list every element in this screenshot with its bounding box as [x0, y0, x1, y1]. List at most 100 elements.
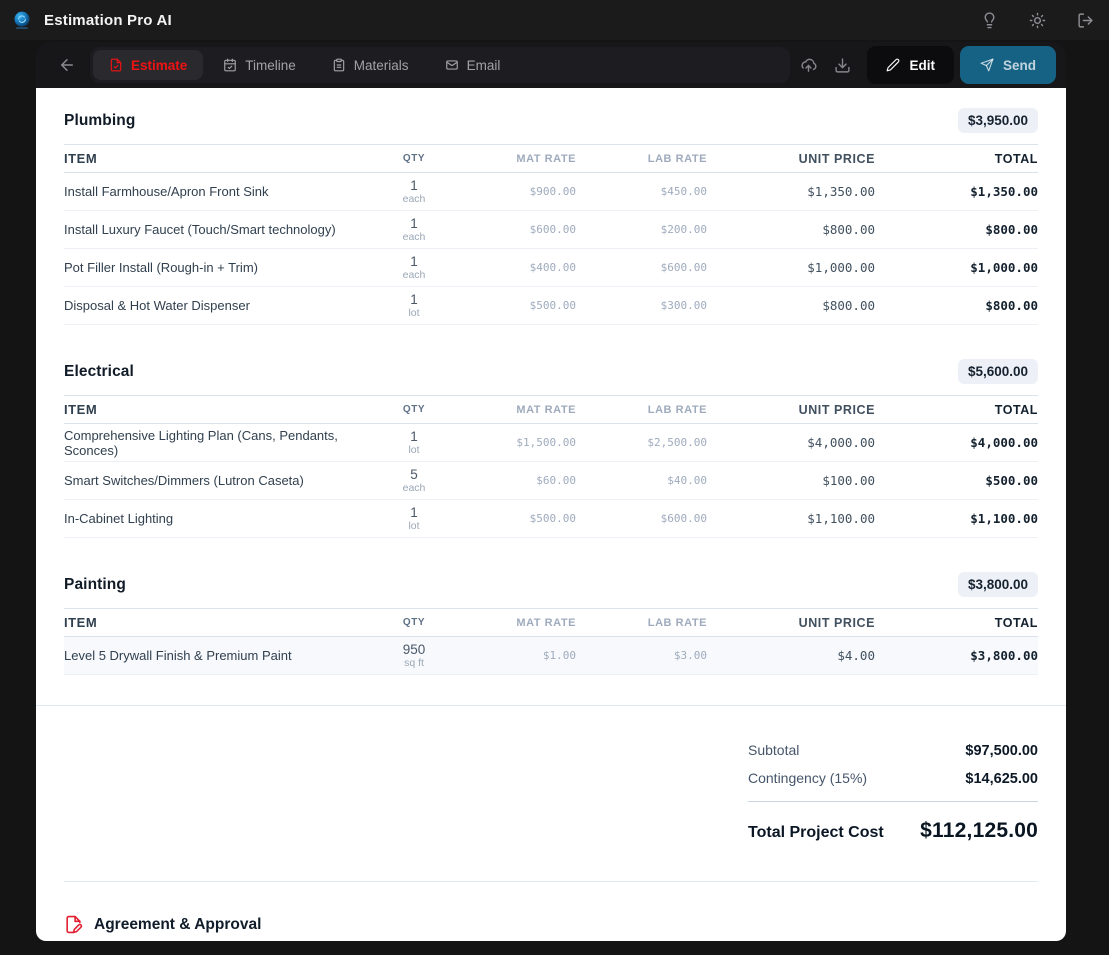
- subtotal-row: Subtotal $97,500.00: [748, 742, 1038, 759]
- agreement-header: Agreement & Approval: [64, 915, 1038, 934]
- col-qty: QTY: [369, 404, 459, 416]
- tab-email[interactable]: Email: [429, 50, 517, 80]
- item-qty: 950sq ft: [369, 642, 459, 670]
- estimate-sections: Plumbing $3,950.00 ITEM QTY MAT RATE LAB…: [36, 88, 1066, 675]
- table-row[interactable]: Install Luxury Faucet (Touch/Smart techn…: [64, 211, 1038, 249]
- col-item: ITEM: [64, 615, 369, 630]
- contingency-value: $14,625.00: [965, 771, 1038, 787]
- item-unit: sq ft: [404, 657, 424, 669]
- col-lab-rate: LAB RATE: [576, 153, 707, 165]
- section-total-badge: $3,800.00: [958, 572, 1038, 597]
- item-qty: 1lot: [369, 292, 459, 320]
- app-title: Estimation Pro AI: [44, 12, 172, 29]
- estimate-section: Electrical $5,600.00 ITEM QTY MAT RATE L…: [64, 347, 1038, 538]
- section-header: Painting $3,800.00: [64, 560, 1038, 609]
- row-total: $1,100.00: [875, 511, 1038, 526]
- unit-price: $800.00: [707, 222, 875, 237]
- tab-bar: Estimate Timeline Materials Email: [90, 47, 790, 83]
- table-header-row: ITEM QTY MAT RATE LAB RATE UNIT PRICE TO…: [64, 145, 1038, 173]
- item-unit: each: [403, 193, 426, 205]
- mat-rate: $60.00: [459, 474, 576, 487]
- col-unit-price: UNIT PRICE: [707, 616, 875, 630]
- tab-label: Materials: [354, 58, 409, 73]
- header-actions: [979, 10, 1095, 30]
- lab-rate: $3.00: [576, 649, 707, 662]
- contingency-label: Contingency (15%): [748, 770, 867, 786]
- item-qty: 1each: [369, 254, 459, 282]
- back-button[interactable]: [50, 48, 84, 82]
- unit-price: $4,000.00: [707, 435, 875, 450]
- col-unit-price: UNIT PRICE: [707, 152, 875, 166]
- arrow-left-icon: [58, 56, 76, 74]
- item-unit: each: [403, 269, 426, 281]
- send-icon: [980, 58, 994, 72]
- table-row[interactable]: Comprehensive Lighting Plan (Cans, Penda…: [64, 424, 1038, 462]
- edit-button[interactable]: Edit: [867, 46, 954, 84]
- col-total: TOTAL: [875, 152, 1038, 166]
- agreement-section: Agreement & Approval By signing below, t…: [36, 881, 1066, 941]
- table-row[interactable]: Smart Switches/Dimmers (Lutron Caseta) 5…: [64, 462, 1038, 500]
- estimate-document: Plumbing $3,950.00 ITEM QTY MAT RATE LAB…: [36, 88, 1066, 941]
- mat-rate: $900.00: [459, 185, 576, 198]
- item-name: Install Farmhouse/Apron Front Sink: [64, 184, 369, 199]
- total-divider: [748, 801, 1038, 802]
- col-total: TOTAL: [875, 616, 1038, 630]
- row-total: $500.00: [875, 473, 1038, 488]
- lab-rate: $600.00: [576, 512, 707, 525]
- col-mat-rate: MAT RATE: [459, 153, 576, 165]
- logout-icon: [1077, 12, 1094, 29]
- table-row[interactable]: Level 5 Drywall Finish & Premium Paint 9…: [64, 637, 1038, 675]
- table-row[interactable]: Disposal & Hot Water Dispenser 1lot $500…: [64, 287, 1038, 325]
- tab-timeline[interactable]: Timeline: [207, 50, 312, 80]
- table-row[interactable]: Pot Filler Install (Rough-in + Trim) 1ea…: [64, 249, 1038, 287]
- subtotal-value: $97,500.00: [965, 743, 1038, 759]
- col-qty: QTY: [369, 617, 459, 629]
- row-total: $800.00: [875, 222, 1038, 237]
- agreement-divider: [64, 881, 1038, 882]
- summary: Subtotal $97,500.00 Contingency (15%) $1…: [36, 706, 1066, 843]
- item-name: In-Cabinet Lighting: [64, 511, 369, 526]
- edit-button-label: Edit: [909, 58, 935, 73]
- col-qty: QTY: [369, 153, 459, 165]
- mat-rate: $500.00: [459, 512, 576, 525]
- item-unit: each: [403, 482, 426, 494]
- send-button-label: Send: [1003, 58, 1036, 73]
- cloud-upload-button[interactable]: [791, 48, 825, 82]
- item-unit: lot: [408, 307, 419, 319]
- table-row[interactable]: In-Cabinet Lighting 1lot $500.00 $600.00…: [64, 500, 1038, 538]
- tab-materials[interactable]: Materials: [316, 50, 425, 80]
- item-qty: 1each: [369, 216, 459, 244]
- item-qty: 1lot: [369, 429, 459, 457]
- col-item: ITEM: [64, 402, 369, 417]
- theme-toggle-button[interactable]: [1027, 10, 1047, 30]
- col-unit-price: UNIT PRICE: [707, 403, 875, 417]
- grand-total-row: Total Project Cost $112,125.00: [748, 819, 1038, 843]
- agreement-title: Agreement & Approval: [94, 916, 261, 934]
- contingency-row: Contingency (15%) $14,625.00: [748, 770, 1038, 787]
- item-qty: 1lot: [369, 505, 459, 533]
- send-button[interactable]: Send: [960, 46, 1056, 84]
- table-row[interactable]: Install Farmhouse/Apron Front Sink 1each…: [64, 173, 1038, 211]
- logout-button[interactable]: [1075, 10, 1095, 30]
- unit-price: $1,000.00: [707, 260, 875, 275]
- item-name: Comprehensive Lighting Plan (Cans, Penda…: [64, 428, 369, 458]
- mat-rate: $500.00: [459, 299, 576, 312]
- app-logo-icon: [12, 10, 32, 30]
- section-title: Plumbing: [64, 112, 135, 130]
- estimate-section: Painting $3,800.00 ITEM QTY MAT RATE LAB…: [64, 560, 1038, 675]
- mat-rate: $400.00: [459, 261, 576, 274]
- subtotal-label: Subtotal: [748, 742, 799, 758]
- item-qty: 1each: [369, 178, 459, 206]
- unit-price: $100.00: [707, 473, 875, 488]
- estimate-workspace: Estimate Timeline Materials Email: [36, 42, 1066, 941]
- col-mat-rate: MAT RATE: [459, 617, 576, 629]
- tab-estimate[interactable]: Estimate: [93, 50, 203, 80]
- ideas-button[interactable]: [979, 10, 999, 30]
- toolbar: Estimate Timeline Materials Email: [36, 42, 1066, 88]
- download-icon: [834, 57, 851, 74]
- lab-rate: $600.00: [576, 261, 707, 274]
- download-button[interactable]: [825, 48, 859, 82]
- file-check-icon: [109, 58, 123, 72]
- item-unit: lot: [408, 520, 419, 532]
- unit-price: $1,350.00: [707, 184, 875, 199]
